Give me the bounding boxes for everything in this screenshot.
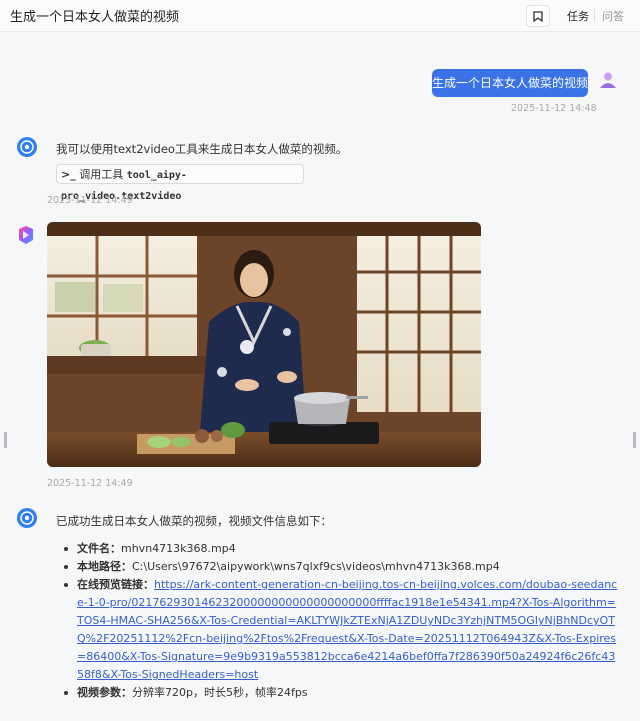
right-resize-handle[interactable] xyxy=(633,432,636,448)
file-name-value: mhvn4713k368.mp4 xyxy=(121,542,236,555)
list-item: 视频参数：分辨率720p，时长5秒，帧率24fps xyxy=(62,684,622,702)
result-intro-text: 已成功生成日本女人做菜的视频，视频文件信息如下： xyxy=(56,514,332,528)
user-message-timestamp: 2025-11-12 14:48 xyxy=(511,103,597,114)
assistant-message-text: 我可以使用text2video工具来生成日本女人做菜的视频。 xyxy=(56,142,348,156)
left-resize-handle[interactable] xyxy=(4,432,7,448)
assistant-avatar-icon xyxy=(17,508,37,528)
video-frame-image xyxy=(47,222,481,467)
tool-call-prefix: 调用工具 xyxy=(79,168,124,181)
tab-tasks[interactable]: 任务 xyxy=(567,8,589,24)
video-params-value: 分辨率720p，时长5秒，帧率24fps xyxy=(132,686,308,699)
top-bar: 生成一个日本女人做菜的视频 任务 问答 xyxy=(0,0,640,32)
user-message-bubble: 生成一个日本女人做菜的视频 xyxy=(432,69,588,97)
bookmark-button[interactable] xyxy=(526,5,550,27)
terminal-icon: >_ xyxy=(61,168,76,181)
user-avatar-icon xyxy=(600,72,616,88)
page-title: 生成一个日本女人做菜的视频 xyxy=(10,10,180,25)
video-message-timestamp: 2025-11-12 14:49 xyxy=(47,478,133,489)
list-item: 本地路径：C:\Users\97672\aipywork\wns7qlxf9cs… xyxy=(62,558,622,576)
info-label: 视频参数 xyxy=(77,686,121,699)
generated-video-player[interactable] xyxy=(47,222,481,467)
info-label: 本地路径 xyxy=(77,560,121,573)
local-path-value: C:\Users\97672\aipywork\wns7qlxf9cs\vide… xyxy=(132,560,500,573)
info-label: 在线预览链接 xyxy=(77,578,143,591)
tab-qa[interactable]: 问答 xyxy=(602,8,624,24)
tool-call-chip[interactable]: >_ 调用工具 tool_aipy-pro_video.text2video xyxy=(56,164,304,202)
bookmark-icon xyxy=(533,11,543,23)
assistant-message-timestamp: 2025-11-12 14:49 xyxy=(47,195,133,206)
tab-divider xyxy=(594,9,595,22)
preview-link[interactable]: https://ark-content-generation-cn-beijin… xyxy=(77,578,617,681)
video-info-list: 文件名：mhvn4713k368.mp4 本地路径：C:\Users\97672… xyxy=(62,540,622,702)
assistant-avatar-icon xyxy=(17,137,37,157)
gradient-app-icon xyxy=(19,226,33,244)
list-item: 文件名：mhvn4713k368.mp4 xyxy=(62,540,622,558)
info-label: 文件名 xyxy=(77,542,110,555)
list-item: 在线预览链接：https://ark-content-generation-cn… xyxy=(62,576,622,684)
